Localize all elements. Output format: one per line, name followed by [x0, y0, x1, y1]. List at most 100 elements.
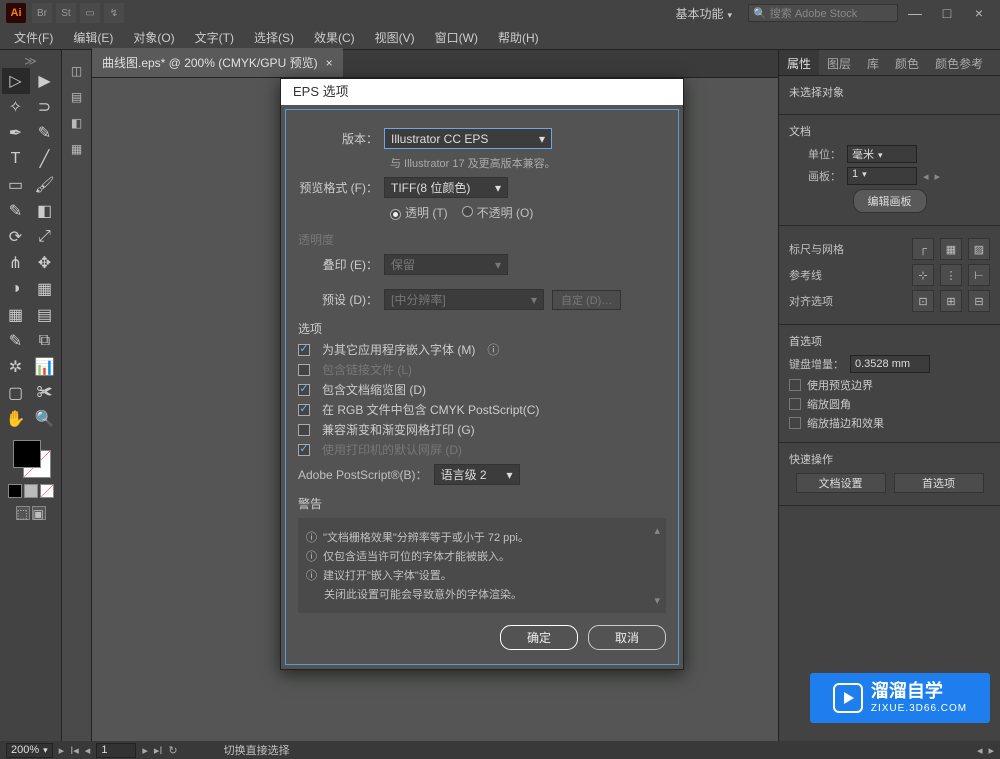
- scroll-down-icon[interactable]: ▾: [654, 594, 660, 607]
- tool-line[interactable]: ╱: [31, 146, 59, 172]
- close-button[interactable]: ×: [964, 4, 994, 22]
- maximize-button[interactable]: □: [932, 4, 962, 22]
- tool-direct-select[interactable]: ▶: [31, 68, 59, 94]
- ck-preview-bounds[interactable]: [789, 379, 801, 391]
- nav-fwd[interactable]: ▸: [142, 744, 148, 757]
- zoom-select[interactable]: 200%: [6, 743, 53, 758]
- transparency-grid-icon[interactable]: ▨: [968, 238, 990, 260]
- tool-free[interactable]: ✥: [31, 250, 59, 276]
- tool-rect[interactable]: ▭: [2, 172, 30, 198]
- ck-cmyk-postscript[interactable]: [298, 404, 310, 416]
- menu-file[interactable]: 文件(F): [4, 26, 63, 49]
- tool-eyedropper[interactable]: ✎: [2, 328, 30, 354]
- tool-pen[interactable]: ✒: [2, 120, 30, 146]
- prefs-button[interactable]: 首选项: [894, 473, 984, 493]
- tab-libraries[interactable]: 库: [859, 50, 887, 75]
- tool-slice[interactable]: ✀: [31, 380, 59, 406]
- tool-wand[interactable]: ✧: [2, 94, 30, 120]
- panel-icon-1[interactable]: ◫: [62, 58, 91, 84]
- bridge-icon[interactable]: Br: [32, 3, 52, 23]
- document-tab[interactable]: 曲线图.eps* @ 200% (CMYK/GPU 预览) ×: [92, 48, 343, 77]
- menu-object[interactable]: 对象(O): [123, 26, 184, 49]
- page-input[interactable]: 1: [96, 743, 136, 758]
- panel-icon-4[interactable]: ▦: [62, 136, 91, 162]
- tool-width[interactable]: ⋔: [2, 250, 30, 276]
- workspace-switcher[interactable]: 基本功能: [675, 5, 732, 22]
- ck-compat-gradient[interactable]: [298, 424, 310, 436]
- ck-scale-corner[interactable]: [789, 398, 801, 410]
- tab-properties[interactable]: 属性: [779, 50, 819, 75]
- menu-effect[interactable]: 效果(C): [304, 26, 365, 49]
- menu-type[interactable]: 文字(T): [185, 26, 244, 49]
- tool-mesh[interactable]: ▦: [2, 302, 30, 328]
- tool-perspective[interactable]: ▦: [31, 276, 59, 302]
- snap-icon-2[interactable]: ⊞: [940, 290, 962, 312]
- tool-selection[interactable]: ▷: [2, 68, 30, 94]
- cancel-button[interactable]: 取消: [588, 625, 666, 650]
- version-select[interactable]: Illustrator CC EPS▾: [384, 128, 552, 149]
- ck-scale-stroke[interactable]: [789, 417, 801, 429]
- arrange-icon[interactable]: ▭: [80, 3, 100, 23]
- tab-swatches[interactable]: 颜色参考: [927, 50, 991, 75]
- tool-gradient[interactable]: ▤: [31, 302, 59, 328]
- keyinc-input[interactable]: [850, 355, 930, 373]
- grid-icon[interactable]: ▦: [940, 238, 962, 260]
- panel-icon-2[interactable]: ▤: [62, 84, 91, 110]
- search-stock-input[interactable]: 🔍 搜索 Adobe Stock: [748, 4, 898, 22]
- nav-last[interactable]: ↻: [168, 744, 177, 757]
- arrow-left-icon[interactable]: ◂: [923, 170, 929, 183]
- ck-embed-fonts[interactable]: [298, 344, 310, 356]
- nav-prev[interactable]: I◂: [70, 744, 79, 757]
- radio-opaque[interactable]: 不透明 (O): [462, 204, 534, 221]
- menu-window[interactable]: 窗口(W): [425, 26, 488, 49]
- tab-layers[interactable]: 图层: [819, 50, 859, 75]
- tool-lasso[interactable]: ⊃: [31, 94, 59, 120]
- scroll-up-icon[interactable]: ▴: [654, 524, 660, 537]
- tab-color[interactable]: 颜色: [887, 50, 927, 75]
- menu-edit[interactable]: 编辑(E): [63, 26, 123, 49]
- edit-artboard-button[interactable]: 编辑画板: [853, 189, 927, 213]
- tool-blend[interactable]: ⧉: [31, 328, 59, 354]
- tool-zoom[interactable]: 🔍: [31, 406, 59, 432]
- minimize-button[interactable]: —: [900, 4, 930, 22]
- guides-icon-3[interactable]: ⊢: [968, 264, 990, 286]
- preview-select[interactable]: TIFF(8 位颜色)▾: [384, 177, 508, 198]
- ck-doc-thumb[interactable]: [298, 384, 310, 396]
- ok-button[interactable]: 确定: [500, 625, 578, 650]
- color-mode-row[interactable]: [8, 484, 54, 498]
- menu-help[interactable]: 帮助(H): [488, 26, 549, 49]
- tool-shapebuilder[interactable]: ◑: [2, 276, 30, 302]
- tool-brush[interactable]: 🖌: [31, 172, 59, 198]
- tool-curvature[interactable]: ✎: [31, 120, 59, 146]
- doc-setup-button[interactable]: 文档设置: [796, 473, 886, 493]
- postscript-select[interactable]: 语言级 2▾: [434, 464, 520, 485]
- stock-icon[interactable]: St: [56, 3, 76, 23]
- artboard-select[interactable]: 1: [847, 167, 917, 185]
- radio-transparent[interactable]: 透明 (T): [390, 204, 448, 221]
- menu-select[interactable]: 选择(S): [244, 26, 304, 49]
- nav-next[interactable]: ▸I: [154, 744, 163, 757]
- tool-scale[interactable]: ⤢: [31, 224, 59, 250]
- guides-icon-2[interactable]: ⋮: [940, 264, 962, 286]
- sync-icon[interactable]: ↯: [104, 3, 124, 23]
- snap-icon-1[interactable]: ⊡: [912, 290, 934, 312]
- units-select[interactable]: 毫米: [847, 145, 917, 163]
- tool-shaper[interactable]: ✎: [2, 198, 30, 224]
- close-tab-icon[interactable]: ×: [326, 56, 333, 70]
- tool-type[interactable]: T: [2, 146, 30, 172]
- nav-back[interactable]: ◂: [85, 744, 91, 757]
- color-swatches[interactable]: [9, 436, 53, 480]
- ruler-icon[interactable]: ┌: [912, 238, 934, 260]
- panel-icon-3[interactable]: ◧: [62, 110, 91, 136]
- tool-hand[interactable]: ✋: [2, 406, 30, 432]
- tool-eraser[interactable]: ◧: [31, 198, 59, 224]
- guides-icon-1[interactable]: ⊹: [912, 264, 934, 286]
- snap-icon-3[interactable]: ⊟: [968, 290, 990, 312]
- screen-mode-row[interactable]: ⬚▣: [16, 506, 46, 520]
- tool-rotate[interactable]: ⟳: [2, 224, 30, 250]
- tool-graph[interactable]: 📊: [31, 354, 59, 380]
- arrow-right-icon[interactable]: ▸: [935, 170, 941, 183]
- menu-view[interactable]: 视图(V): [365, 26, 425, 49]
- tool-symbol[interactable]: ✲: [2, 354, 30, 380]
- info-icon[interactable]: ⓘ: [487, 341, 499, 358]
